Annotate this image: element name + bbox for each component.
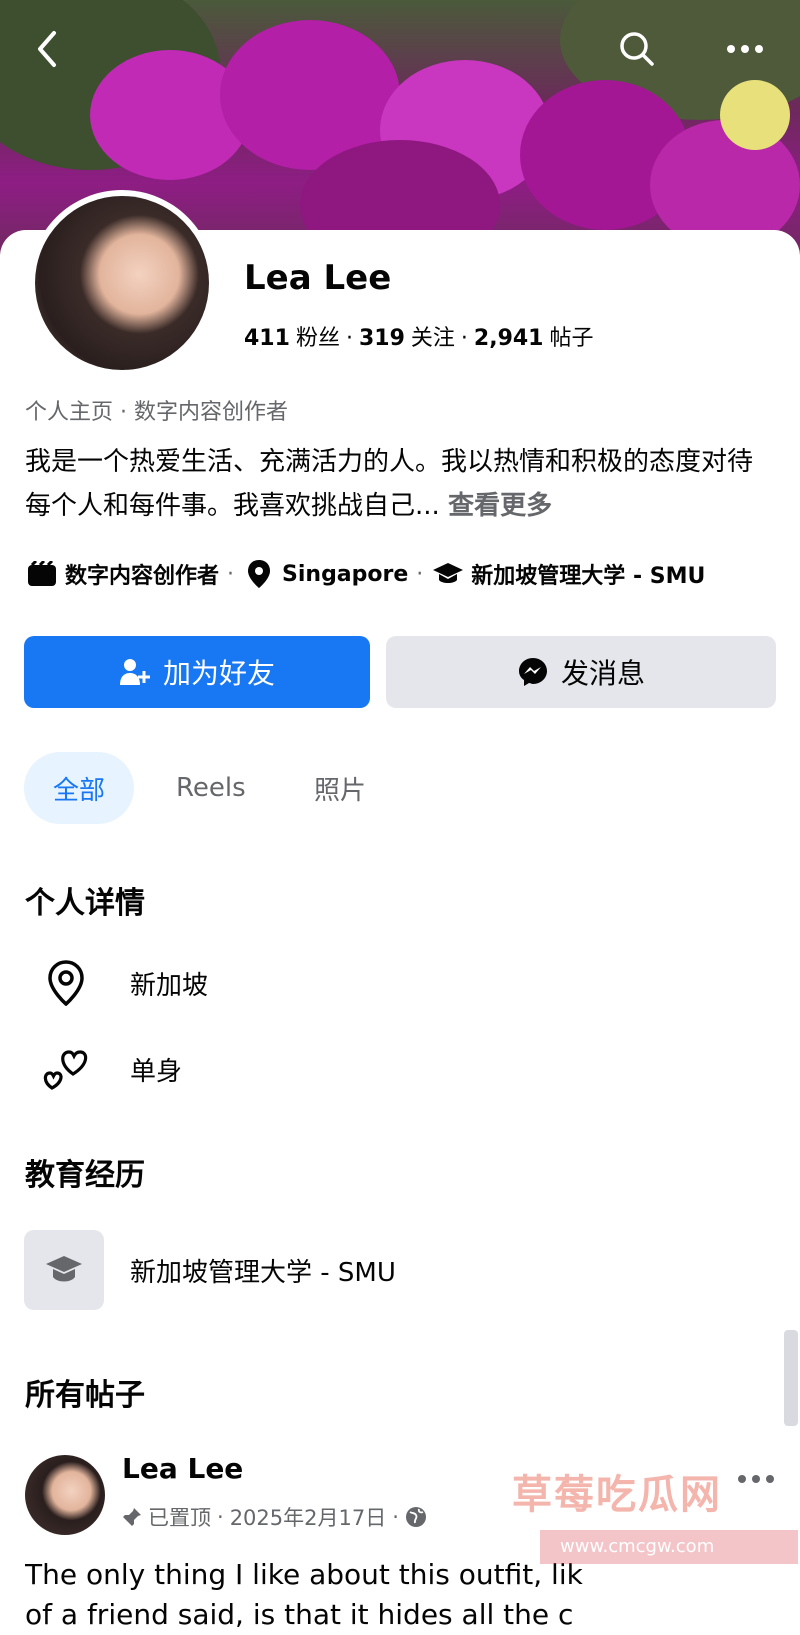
tab-photos[interactable]: 照片 — [314, 752, 366, 824]
more-options-button[interactable] — [718, 22, 772, 76]
details-title: 个人详情 — [25, 886, 145, 921]
post-meta: 已置顶 · 2025年2月17日 · — [122, 1502, 427, 1532]
posts-title: 所有帖子 — [25, 1378, 145, 1413]
pinned-label: 已置顶 — [148, 1506, 211, 1530]
meta-school: 新加坡管理大学 - SMU — [471, 564, 706, 589]
posts-count[interactable]: 2,941 — [474, 326, 544, 351]
add-user-icon — [119, 657, 151, 687]
post-meta-separator: · — [217, 1505, 224, 1529]
stats-separator: · — [460, 326, 468, 351]
globe-icon — [405, 1507, 426, 1527]
location-pin-icon — [242, 559, 276, 589]
add-friend-button[interactable]: 加为好友 — [24, 636, 370, 708]
meta-separator: · — [227, 561, 235, 587]
meta-location: Singapore — [282, 561, 409, 587]
followers-label[interactable]: 粉丝 — [296, 320, 340, 352]
detail-location-text: 新加坡 — [130, 970, 209, 1001]
followers-count[interactable]: 411 — [244, 326, 290, 351]
add-friend-label: 加为好友 — [162, 657, 275, 690]
hearts-icon — [40, 1048, 92, 1090]
location-pin-icon — [40, 960, 92, 1006]
more-dots-icon — [727, 45, 763, 53]
following-count[interactable]: 319 — [359, 326, 405, 351]
profile-bio: 我是一个热爱生活、充满活力的人。我以热情和积极的态度对待每个人和每件事。我喜欢挑… — [25, 440, 770, 528]
post-more-button[interactable] — [736, 1470, 776, 1489]
clapperboard-icon — [25, 559, 59, 589]
avatar-image — [35, 196, 209, 370]
post-meta-separator: · — [392, 1505, 399, 1529]
back-button[interactable] — [20, 22, 74, 76]
graduation-cap-icon — [46, 1256, 82, 1282]
profile-meta: 数字内容创作者 · Singapore · 新加坡管理大学 - SMU — [25, 558, 705, 590]
messenger-icon — [517, 656, 549, 688]
see-more-link[interactable]: 查看更多 — [448, 491, 552, 521]
education-title: 教育经历 — [25, 1158, 145, 1193]
profile-name: Lea Lee — [244, 258, 392, 298]
tab-reels[interactable]: Reels — [176, 752, 246, 824]
post-author-avatar[interactable] — [25, 1455, 105, 1535]
detail-relationship-text: 单身 — [130, 1056, 183, 1087]
scrollbar[interactable] — [784, 1330, 798, 1426]
post-text-line-2: of a friend said, is that it hides all t… — [25, 1598, 574, 1631]
education-school-text: 新加坡管理大学 - SMU — [130, 1257, 396, 1288]
education-row[interactable]: 新加坡管理大学 - SMU — [24, 1230, 396, 1310]
tab-all[interactable]: 全部 — [24, 752, 134, 824]
search-icon — [620, 32, 654, 66]
graduation-cap-icon — [431, 559, 465, 589]
search-button[interactable] — [610, 22, 664, 76]
posts-label[interactable]: 帖子 — [550, 320, 594, 352]
watermark-text: 草莓吃瓜网 — [512, 1472, 722, 1518]
post-date[interactable]: 2025年2月17日 — [230, 1502, 387, 1532]
message-button[interactable]: 发消息 — [386, 636, 776, 708]
education-icon-tile — [24, 1230, 104, 1310]
profile-category: 个人主页 · 数字内容创作者 — [25, 400, 288, 425]
profile-avatar[interactable] — [29, 190, 215, 376]
detail-row-relationship: 单身 — [40, 1048, 182, 1090]
more-dots-icon — [738, 1475, 774, 1483]
profile-stats: 411 粉丝 · 319 关注 · 2,941 帖子 — [244, 320, 594, 352]
following-label[interactable]: 关注 — [411, 320, 455, 352]
meta-job: 数字内容创作者 — [65, 564, 220, 589]
back-arrow-icon — [38, 31, 56, 67]
detail-row-location: 新加坡 — [40, 960, 208, 1006]
watermark-url: www.cmcgw.com — [540, 1530, 798, 1564]
stats-separator: · — [345, 326, 353, 351]
post-author-name[interactable]: Lea Lee — [122, 1452, 243, 1485]
meta-separator: · — [416, 561, 424, 587]
bio-text: 我是一个热爱生活、充满活力的人。我以热情和积极的态度对待每个人和每件事。我喜欢挑… — [25, 447, 754, 521]
post-text: The only thing I like about this outfit,… — [25, 1555, 785, 1635]
message-label: 发消息 — [560, 657, 645, 690]
pin-icon — [123, 1508, 141, 1526]
